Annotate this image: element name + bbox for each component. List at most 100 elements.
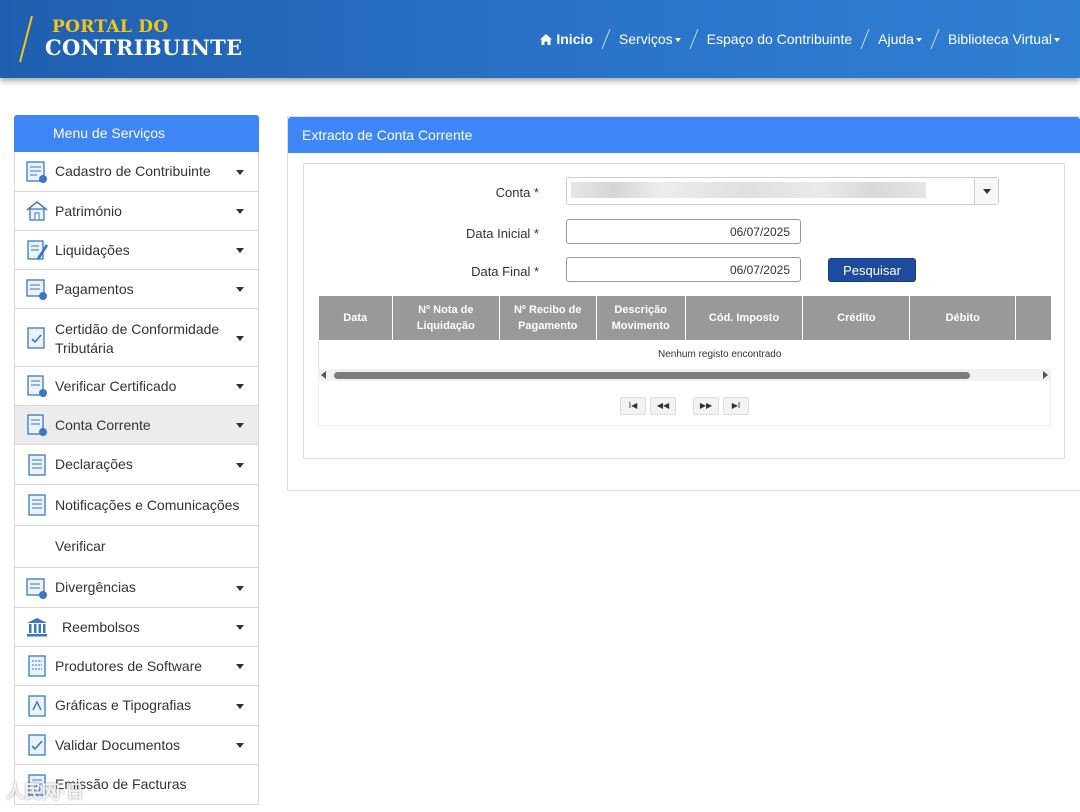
logo-slash-icon [19,15,33,63]
column-header-extra[interactable] [1015,296,1051,340]
sidebar-item-label: Certidão de Conformidade Tributária [55,320,219,358]
sidebar-item-declaracoes[interactable]: Declarações [14,445,259,485]
chevron-down-icon [236,287,244,292]
sidebar-item-notificacoes[interactable]: Notificações e Comunicações [14,485,259,526]
notification-icon [28,494,46,516]
scrollbar-thumb[interactable] [334,372,970,379]
sidebar-item-produtores-software[interactable]: Produtores de Software [14,647,259,686]
sidebar-item-verificar-certificado[interactable]: Verificar Certificado [14,367,259,406]
nav-separator [860,28,870,50]
chevron-down-icon [236,462,244,468]
nav-taxpayer-space-label: Espaço do Contribuinte [706,31,853,47]
scroll-right-icon[interactable] [1043,371,1048,379]
horizontal-scrollbar[interactable] [318,369,1051,381]
search-button[interactable]: Pesquisar [828,258,916,282]
label-line-1: Certidão de Conformidade [55,321,220,337]
column-header-credito[interactable]: Crédito [802,296,911,340]
certificate-icon [27,326,45,349]
conta-label: Conta * [495,185,539,200]
chevron-down-icon [236,335,244,341]
divergence-icon [26,577,47,599]
print-icon [28,694,46,717]
pagination: I◀ ◀◀ ▶▶ ▶I [318,381,1051,426]
column-header-cod-imposto[interactable]: Cód. Imposto [685,296,804,340]
sidebar-item-label: Gráficas e Tipografias [55,697,192,713]
sidebar-item-label: Verificar Certificado [55,377,177,394]
chevron-down-icon [236,209,244,214]
nav-help-dropdown[interactable]: Ajuda [878,31,922,47]
nav-taxpayer-space-link[interactable]: Espaço do Contribuinte [707,31,853,47]
sidebar-item-label: Liquidações [55,241,130,258]
nav-separator [601,28,611,50]
logo-text-bottom: CONTRIBUINTE [45,35,243,60]
search-form-box: Conta * Data Inicial * Data Final * Pesq… [303,163,1065,459]
empty-results-message: Nenhum registo encontrado [318,340,1051,370]
column-header-descricao-movimento[interactable]: Descrição Movimento [596,296,686,340]
sidebar-item-label: Divergências [55,579,136,595]
label-line-2: Tributária [55,340,114,356]
scroll-left-icon[interactable] [321,371,326,379]
nav-services-dropdown[interactable]: Serviços [619,31,681,47]
conta-dropdown-button[interactable] [974,178,998,204]
home-icon [540,33,553,45]
column-header-recibo-pagamento[interactable]: Nº Recibo de Pagamento [499,296,597,340]
chevron-down-icon [236,384,244,389]
sidebar-item-cadastro[interactable]: Cadastro de Contribuinte [14,152,259,192]
nav-separator [930,28,940,50]
sidebar-item-liquidacoes[interactable]: Liquidações [14,231,259,270]
logo-text-top: PORTAL DO [52,17,169,37]
sidebar-item-label: Produtores de Software [55,657,203,674]
nav-library-dropdown[interactable]: Biblioteca Virtual [948,31,1060,47]
sidebar-item-patrimonio[interactable]: Património [14,192,259,231]
house-icon [26,201,48,221]
first-page-button[interactable]: I◀ [620,397,646,415]
sidebar-item-verificar[interactable]: Verificar [14,526,259,568]
sidebar-item-label: Conta Corrente [55,416,151,433]
sidebar-item-validar-documentos[interactable]: Validar Documentos [14,726,259,765]
watermark: 人民网·日 [6,782,84,802]
top-navbar: PORTAL DO CONTRIBUINTE Inicio Serviços E… [0,0,1080,78]
software-icon [28,655,46,677]
sidebar-item-label: Validar Documentos [55,736,181,753]
account-icon [27,414,47,436]
conta-select[interactable] [566,177,999,205]
bank-icon [27,618,47,637]
redacted-account-value [571,182,926,198]
column-header-data[interactable]: Data [318,296,393,340]
sidebar-item-label: Património [55,202,122,219]
sidebar-item-label: Notificações e Comunicações [55,496,240,513]
sidebar-item-graficas[interactable]: Gráficas e Tipografias [14,686,259,726]
sidebar-item-label: Verificar [55,538,106,554]
results-table: Data Nº Nota de Liquidação Nº Recibo de Pa… [318,296,1051,370]
data-final-input[interactable] [566,257,801,282]
last-page-button[interactable]: ▶I [723,397,749,415]
nav-help-label: Ajuda [878,31,914,47]
chevron-down-icon [236,664,244,669]
sidebar-item-certidao[interactable]: Certidão de Conformidade Tributária [14,309,259,367]
sidebar-item-divergencias[interactable]: Divergências [14,568,259,608]
column-header-debito[interactable]: Débito [909,296,1017,340]
chevron-down-icon [983,189,991,194]
chevron-down-icon [236,248,244,253]
sidebar-item-pagamentos[interactable]: Pagamentos [14,270,259,309]
chevron-down-icon [674,38,681,42]
chevron-down-icon [236,743,244,748]
data-inicial-label: Data Inicial * [466,226,539,241]
validate-icon [28,734,46,756]
chevron-down-icon [1054,38,1060,42]
table-header-row: Data Nº Nota de Liquidação Nº Recibo de Pa… [318,296,1051,340]
sidebar-item-label: Pagamentos [55,280,134,297]
data-inicial-input[interactable] [566,219,801,244]
nav-library-label: Biblioteca Virtual [947,31,1052,47]
next-page-button[interactable]: ▶▶ [693,397,719,415]
column-header-nota-liquidacao[interactable]: Nº Nota de Liquidação [392,296,500,340]
data-final-label: Data Final * [471,264,539,279]
sidebar-item-conta-corrente[interactable]: Conta Corrente [14,406,259,445]
nav-home-link[interactable]: Inicio [540,31,593,47]
nav-services-label: Serviços [618,31,673,47]
sidebar-item-label: Cadastro de Contribuinte [55,163,211,179]
account-statement-panel: Extracto de Conta Corrente Conta * Data … [287,116,1080,491]
sidebar-title: Menu de Serviços [14,115,259,152]
previous-page-button[interactable]: ◀◀ [650,397,676,415]
sidebar-item-reembolsos[interactable]: Reembolsos [14,608,259,647]
